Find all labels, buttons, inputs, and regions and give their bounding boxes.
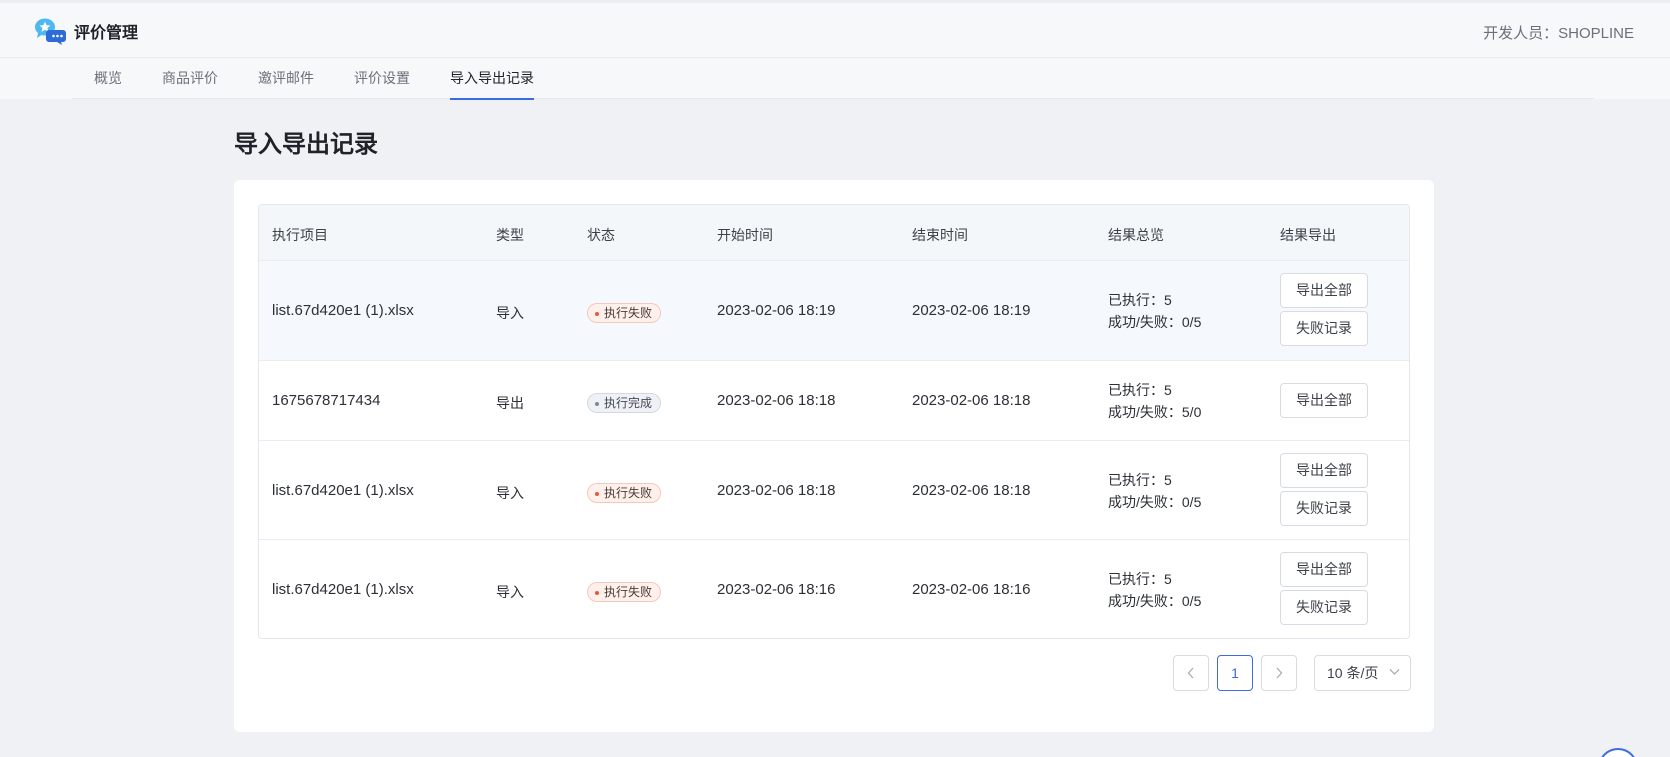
export-all-button[interactable]: 导出全部 (1280, 453, 1368, 488)
executed-count: 已执行：5 (1108, 571, 1172, 587)
column-header-result-export: 结果导出 (1280, 227, 1336, 243)
records-card: 执行项目 类型 状态 开始时间 结束时间 结果总览 结果导出 list.67d4… (234, 180, 1434, 732)
result-summary: 已执行：5 成功/失败：0/5 (1108, 469, 1201, 513)
result-summary: 已执行：5 成功/失败：0/5 (1108, 568, 1201, 612)
brand: 评价管理 (34, 17, 138, 45)
success-fail-count: 成功/失败：0/5 (1108, 494, 1202, 510)
chevron-left-icon (1187, 667, 1194, 679)
task-name: list.67d420e1 (1).xlsx (272, 302, 414, 319)
task-type: 导入 (496, 485, 524, 501)
column-header-end-time: 结束时间 (912, 227, 968, 243)
tab-bar: 概览 商品评价 邀评邮件 评价设置 导入导出记录 (0, 58, 1670, 100)
table-row: 1675678717434 导出 执行完成 2023-02-06 18:18 2… (259, 361, 1409, 441)
tab-invite-emails[interactable]: 邀评邮件 (258, 68, 314, 99)
failure-records-button[interactable]: 失败记录 (1280, 491, 1368, 526)
tab-review-settings[interactable]: 评价设置 (354, 68, 410, 99)
end-time: 2023-02-06 18:18 (912, 392, 1031, 409)
chevron-down-icon (1389, 669, 1400, 675)
start-time: 2023-02-06 18:18 (717, 392, 836, 409)
status-badge: 执行失败 (587, 303, 662, 323)
page-size-select[interactable]: 10 条/页 (1314, 655, 1411, 691)
column-header-type: 类型 (496, 227, 524, 243)
developer-label: 开发人员：SHOPLINE (1483, 25, 1634, 42)
executed-count: 已执行：5 (1108, 382, 1172, 398)
page-number-button[interactable]: 1 (1217, 655, 1253, 691)
start-time: 2023-02-06 18:18 (717, 482, 836, 499)
tab-import-export-records[interactable]: 导入导出记录 (450, 68, 534, 100)
floating-help-button[interactable] (1598, 748, 1638, 757)
prev-page-button[interactable] (1173, 655, 1209, 691)
status-badge: 执行失败 (587, 582, 662, 602)
chevron-right-icon (1276, 667, 1283, 679)
task-name: list.67d420e1 (1).xlsx (272, 581, 414, 598)
column-header-start-time: 开始时间 (717, 227, 773, 243)
executed-count: 已执行：5 (1108, 292, 1172, 308)
app-title: 评价管理 (74, 25, 139, 42)
status-badge: 执行完成 (587, 393, 662, 413)
status-badge: 执行失败 (587, 483, 662, 503)
export-all-button[interactable]: 导出全部 (1280, 383, 1368, 418)
table-row: list.67d420e1 (1).xlsx 导入 执行失败 2023-02-0… (259, 540, 1409, 638)
result-summary: 已执行：5 成功/失败：0/5 (1108, 289, 1201, 333)
app-header: 评价管理 开发人员：SHOPLINE (0, 0, 1670, 58)
success-fail-count: 成功/失败：5/0 (1108, 404, 1202, 420)
end-time: 2023-02-06 18:19 (912, 302, 1031, 319)
task-name: 1675678717434 (272, 392, 381, 409)
column-header-task: 执行项目 (272, 227, 328, 243)
page-title: 导入导出记录 (234, 131, 378, 158)
table-row: list.67d420e1 (1).xlsx 导入 执行失败 2023-02-0… (259, 441, 1409, 540)
task-type: 导入 (496, 584, 524, 600)
table-row: list.67d420e1 (1).xlsx 导入 执行失败 2023-02-0… (259, 261, 1409, 361)
end-time: 2023-02-06 18:16 (912, 581, 1031, 598)
column-header-result-summary: 结果总览 (1108, 227, 1164, 243)
task-type: 导出 (496, 395, 524, 411)
failure-records-button[interactable]: 失败记录 (1280, 311, 1368, 346)
tab-overview[interactable]: 概览 (94, 68, 122, 99)
end-time: 2023-02-06 18:18 (912, 482, 1031, 499)
success-fail-count: 成功/失败：0/5 (1108, 314, 1202, 330)
next-page-button[interactable] (1261, 655, 1297, 691)
start-time: 2023-02-06 18:19 (717, 302, 836, 319)
result-summary: 已执行：5 成功/失败：5/0 (1108, 379, 1201, 423)
export-all-button[interactable]: 导出全部 (1280, 552, 1368, 587)
records-table: 执行项目 类型 状态 开始时间 结束时间 结果总览 结果导出 list.67d4… (258, 204, 1410, 639)
chat-bubbles-star-icon (34, 17, 66, 45)
export-all-button[interactable]: 导出全部 (1280, 273, 1368, 308)
column-header-status: 状态 (587, 227, 615, 243)
task-type: 导入 (496, 305, 524, 321)
task-name: list.67d420e1 (1).xlsx (272, 482, 414, 499)
start-time: 2023-02-06 18:16 (717, 581, 836, 598)
executed-count: 已执行：5 (1108, 472, 1172, 488)
failure-records-button[interactable]: 失败记录 (1280, 590, 1368, 625)
page-size-value: 10 条/页 (1327, 665, 1379, 681)
tab-product-reviews[interactable]: 商品评价 (162, 68, 218, 99)
table-header: 执行项目 类型 状态 开始时间 结束时间 结果总览 结果导出 (259, 205, 1409, 261)
success-fail-count: 成功/失败：0/5 (1108, 593, 1202, 609)
